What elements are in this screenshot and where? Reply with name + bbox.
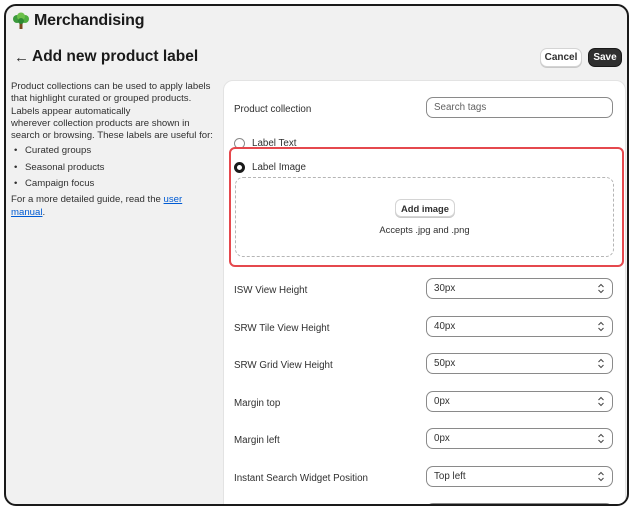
margin-left-value: 0px [434, 433, 450, 444]
help-bullet: Seasonal products [11, 162, 217, 175]
help-line: Labels appear automatically [11, 105, 131, 117]
select-chevron-icon [598, 471, 604, 482]
app-header: Merchandising [6, 6, 627, 36]
help-bullet: Curated groups [11, 145, 217, 158]
tree-icon [12, 12, 30, 30]
radio-checked-icon[interactable] [234, 162, 245, 173]
select-chevron-icon [598, 396, 604, 407]
isw-view-height-value: 30px [434, 283, 456, 294]
user-manual-link[interactable]: manual [11, 207, 42, 218]
help-bullet: Campaign focus [11, 178, 217, 191]
isw-view-height-select[interactable]: 30px [426, 278, 613, 299]
user-manual-link-part[interactable]: user [164, 194, 183, 205]
help-intro: Product collections can be used to apply… [11, 81, 217, 142]
help-line: Product collections can be used to apply… [11, 81, 211, 92]
isw-position-value: Top left [434, 471, 466, 482]
srw-tile-view-height-label: SRW Tile View Height [234, 323, 330, 334]
help-text: Product collections can be used to apply… [11, 81, 217, 219]
select-chevron-icon [598, 283, 604, 294]
add-image-button[interactable]: Add image [395, 199, 455, 217]
image-dropzone[interactable]: Add image Accepts .jpg and .png [235, 177, 614, 257]
margin-left-label: Margin left [234, 435, 280, 446]
guide-text: For a more detailed guide, read the [11, 194, 161, 206]
margin-left-select[interactable]: 0px [426, 428, 613, 449]
srw-grid-view-height-select[interactable]: 50px [426, 353, 613, 374]
app-window: Merchandising ← Add new product label Ca… [4, 4, 629, 506]
label-form-card: Product collection Search tags Label Tex… [223, 80, 626, 504]
page-header: ← Add new product label Cancel Save [6, 43, 627, 71]
srw-tile-view-height-value: 40px [434, 321, 456, 332]
margin-top-label: Margin top [234, 398, 281, 409]
select-chevron-icon [598, 321, 604, 332]
label-image-radio-label: Label Image [252, 162, 306, 173]
margin-top-value: 0px [434, 396, 450, 407]
user-manual-link-part[interactable]: manual [11, 207, 42, 218]
product-collection-label: Product collection [234, 104, 312, 115]
next-select-partial[interactable] [426, 503, 613, 504]
page-title: Add new product label [32, 48, 199, 65]
cancel-button[interactable]: Cancel [540, 48, 582, 67]
help-bullet-list: Curated groups Seasonal products Campaig… [11, 145, 217, 190]
isw-position-select[interactable]: Top left [426, 466, 613, 487]
srw-grid-view-height-label: SRW Grid View Height [234, 360, 333, 371]
isw-position-label: Instant Search Widget Position [234, 473, 368, 484]
margin-top-select[interactable]: 0px [426, 391, 613, 412]
app-title: Merchandising [34, 12, 145, 29]
isw-view-height-label: ISW View Height [234, 285, 308, 296]
help-guide: For a more detailed guide, read the user… [11, 194, 217, 219]
select-chevron-icon [598, 358, 604, 369]
accepted-formats-text: Accepts .jpg and .png [379, 224, 470, 235]
back-arrow-icon[interactable]: ← [14, 49, 29, 66]
guide-suffix: . [42, 206, 46, 218]
label-image-radio[interactable]: Label Image [234, 162, 306, 173]
user-manual-link[interactable]: user [164, 194, 183, 205]
help-line: search or browsing. These labels are use… [11, 130, 213, 142]
srw-tile-view-height-select[interactable]: 40px [426, 316, 613, 337]
help-line: that highlight curated or grouped produc… [11, 93, 192, 105]
product-collection-search-input[interactable]: Search tags [426, 97, 613, 118]
srw-grid-view-height-value: 50px [434, 358, 456, 369]
help-line: wherever collection products are shown i… [11, 117, 190, 129]
select-chevron-icon [598, 433, 604, 444]
save-button[interactable]: Save [588, 48, 622, 67]
